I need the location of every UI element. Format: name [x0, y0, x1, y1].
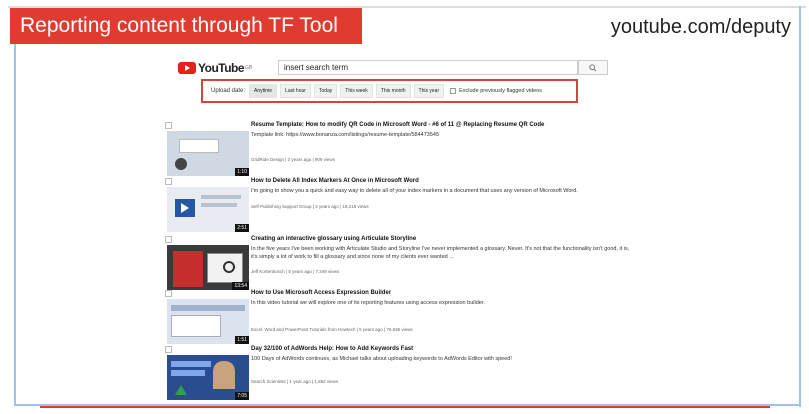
youtube-logo-text: YouTube — [198, 61, 245, 75]
video-thumbnail[interactable]: 7:05 — [167, 355, 249, 400]
slide: Reporting content through TF Tool youtub… — [0, 0, 809, 414]
result-meta: Excel, Word and PowerPoint Tutorials fro… — [251, 327, 413, 332]
result-title[interactable]: Creating an interactive glossary using A… — [251, 236, 416, 242]
youtube-play-icon — [178, 62, 196, 74]
filter-last-hour[interactable]: Last hour — [280, 84, 311, 98]
result-meta: Self Publishing Support Group | 2 years … — [251, 204, 369, 209]
filter-today[interactable]: Today — [313, 84, 338, 98]
result-description: 100 Days of AdWords continues, as Michae… — [251, 356, 512, 362]
result-checkbox[interactable] — [165, 290, 172, 297]
slide-title: Reporting content through TF Tool — [10, 8, 362, 44]
result-description: I'm going to show you a quick and easy w… — [251, 188, 578, 194]
video-thumbnail[interactable]: 1:51 — [167, 299, 249, 344]
bottom-divider — [40, 406, 770, 408]
result-checkbox[interactable] — [165, 236, 172, 243]
search-button[interactable] — [578, 60, 608, 75]
search-result[interactable]: 2:51 How to Delete All Index Markers At … — [165, 178, 615, 236]
filter-this-week[interactable]: This week — [340, 84, 373, 98]
result-title[interactable]: Day 32/100 of AdWords Help: How to Add K… — [251, 346, 413, 352]
frame-right-edge — [799, 6, 801, 407]
search-icon — [589, 64, 597, 72]
result-meta: GridRide Design | 2 years ago | 909 view… — [251, 157, 335, 162]
search-input[interactable]: insert search term — [278, 60, 578, 75]
result-description: Template link: https://www.bonanza.com/l… — [251, 132, 440, 138]
search-result[interactable]: 1:51 How to Use Microsoft Access Express… — [165, 290, 615, 348]
slide-url: youtube.com/deputy — [610, 16, 791, 38]
result-meta: Jeff Kortenbosch | 5 years ago | 7,349 v… — [251, 269, 340, 274]
video-duration: 7:05 — [235, 392, 249, 400]
exclude-flagged-checkbox[interactable] — [450, 88, 457, 94]
video-duration: 1:51 — [235, 336, 249, 344]
search-result[interactable]: 13:54 Creating an interactive glossary u… — [165, 236, 629, 294]
filter-label: Upload date: — [211, 88, 246, 94]
result-checkbox[interactable] — [165, 178, 172, 185]
video-thumbnail[interactable]: 1:10 — [167, 131, 249, 176]
upload-date-filter: Upload date: Anytime Last hour Today Thi… — [201, 79, 578, 103]
video-duration: 13:54 — [232, 282, 249, 290]
filter-this-year[interactable]: This year — [413, 84, 445, 98]
result-title[interactable]: Resume Template: How to modify QR Code i… — [251, 122, 544, 128]
result-checkbox[interactable] — [165, 122, 172, 129]
video-duration: 1:10 — [235, 168, 249, 176]
exclude-flagged-label: Exclude previously flagged videos — [459, 88, 542, 94]
youtube-country-code: GB — [245, 65, 253, 71]
result-description: In the five years I've been working with… — [251, 246, 630, 260]
result-checkbox[interactable] — [165, 346, 172, 353]
video-duration: 2:51 — [235, 224, 249, 232]
result-title[interactable]: How to Use Microsoft Access Expression B… — [251, 290, 391, 296]
video-thumbnail[interactable]: 13:54 — [167, 245, 249, 290]
result-meta: Search Scientists | 1 year ago | 1,852 v… — [251, 379, 339, 384]
youtube-logo[interactable]: YouTube GB — [178, 61, 252, 75]
result-description: In this video tutorial we will explore o… — [251, 300, 485, 306]
search-result[interactable]: 7:05 Day 32/100 of AdWords Help: How to … — [165, 346, 615, 404]
search-result[interactable]: 1:10 Resume Template: How to modify QR C… — [165, 122, 615, 180]
filter-anytime[interactable]: Anytime — [249, 84, 278, 98]
result-title[interactable]: How to Delete All Index Markers At Once … — [251, 178, 419, 184]
video-thumbnail[interactable]: 2:51 — [167, 187, 249, 232]
filter-this-month[interactable]: This month — [375, 84, 411, 98]
